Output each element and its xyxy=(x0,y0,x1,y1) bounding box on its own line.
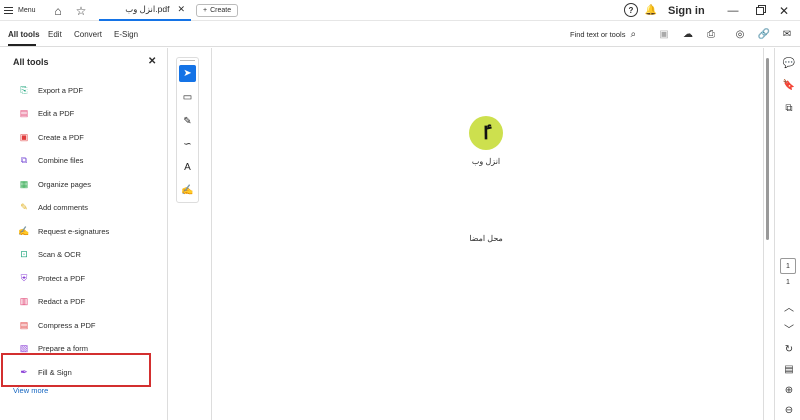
maximize-icon[interactable] xyxy=(752,0,768,21)
scan-ocr-icon: ⊡ xyxy=(20,248,28,259)
star-icon[interactable]: ☆ xyxy=(74,0,88,21)
tool-compress-pdf[interactable]: ▤ Compress a PDF xyxy=(19,318,96,332)
prepare-form-icon: ▧ xyxy=(19,342,29,353)
tab-convert[interactable]: Convert xyxy=(74,21,102,47)
current-page-input[interactable]: 1 xyxy=(780,258,796,274)
create-pdf-icon: ▣ xyxy=(19,131,29,142)
sign-in-button[interactable]: Sign in xyxy=(668,0,705,21)
menu-label: Menu xyxy=(18,7,36,14)
signature-placeholder-text: محل امضا xyxy=(469,234,503,243)
home-icon[interactable]: ⌂ xyxy=(51,0,65,21)
highlight-pen-icon[interactable]: ✎ xyxy=(179,113,196,130)
organize-pages-icon: ▦ xyxy=(19,178,29,189)
tab-edit[interactable]: Edit xyxy=(48,21,62,47)
redact-pdf-icon: ▥ xyxy=(19,295,29,306)
tool-label: Export a PDF xyxy=(38,85,84,95)
tool-label: Compress a PDF xyxy=(38,320,96,330)
select-cursor-icon[interactable]: ➤ xyxy=(179,65,196,82)
fill-sign-highlight xyxy=(1,353,151,387)
create-label: Create xyxy=(210,7,232,14)
tool-protect-pdf[interactable]: ⛨ Protect a PDF xyxy=(19,271,86,285)
tool-label: Redact a PDF xyxy=(38,296,86,306)
scrollbar-thumb[interactable] xyxy=(766,58,769,240)
rotate-icon[interactable]: ↻ xyxy=(782,342,796,356)
palette-handle[interactable] xyxy=(180,60,195,61)
tool-organize-pages[interactable]: ▦ Organize pages xyxy=(19,177,91,191)
page-up-icon[interactable]: ︿ xyxy=(782,299,796,314)
page-down-icon[interactable]: ﹀ xyxy=(782,321,796,336)
bookmarks-icon[interactable]: 🔖 xyxy=(782,78,796,92)
compress-pdf-icon: ▤ xyxy=(19,319,29,330)
tool-label: Prepare a form xyxy=(38,343,89,353)
create-button[interactable]: + Create xyxy=(196,4,239,17)
add-comments-icon: ✎ xyxy=(20,201,28,212)
add-comment-icon[interactable]: ▭ xyxy=(179,89,196,106)
share-user-icon[interactable]: ◎ xyxy=(733,27,747,41)
combine-files-icon: ⧉ xyxy=(20,154,28,165)
search-icon: ⌕ xyxy=(630,28,637,40)
annotation-toolbar: ➤ ▭ ✎ ∽ A ✍ xyxy=(176,57,199,203)
tool-label: Add comments xyxy=(38,202,89,212)
mail-icon[interactable]: ✉ xyxy=(780,27,794,41)
view-more-link[interactable]: View more xyxy=(13,386,48,395)
tool-label: Organize pages xyxy=(38,179,91,189)
fit-page-icon[interactable]: ▤ xyxy=(782,362,796,376)
save-icon[interactable]: ▣ xyxy=(657,27,671,41)
menu-button[interactable]: Menu xyxy=(4,0,36,21)
bell-icon[interactable]: 🔔 xyxy=(645,0,657,21)
export-pdf-icon: ⎘ xyxy=(20,84,28,95)
find-text-button[interactable]: Find text or tools ⌕ xyxy=(570,21,636,47)
print-icon[interactable]: ⎙ xyxy=(704,27,718,41)
upload-cloud-icon[interactable]: ☁ xyxy=(681,27,695,41)
tool-scan-ocr[interactable]: ⊡ Scan & OCR xyxy=(19,247,81,261)
plus-icon: + xyxy=(203,7,208,14)
sign-pen-icon[interactable]: ✍ xyxy=(179,182,196,199)
tool-request-esignatures[interactable]: ✍ Request e-signatures xyxy=(18,224,110,238)
tool-create-pdf[interactable]: ▣ Create a PDF xyxy=(19,130,84,144)
hamburger-icon xyxy=(4,7,13,14)
tool-label: Protect a PDF xyxy=(38,273,86,283)
pages-thumbnails-icon[interactable]: ⧉ xyxy=(782,101,796,115)
help-icon[interactable]: ? xyxy=(624,3,638,17)
tool-label: Edit a PDF xyxy=(38,108,75,118)
all-tools-panel: All tools ✕ ⎘ Export a PDF ▤ Edit a PDF … xyxy=(0,48,168,420)
tool-label: Combine files xyxy=(38,155,84,165)
find-text-label: Find text or tools xyxy=(570,29,626,39)
tool-add-comments[interactable]: ✎ Add comments xyxy=(19,200,88,214)
title-bar: Menu ⌂ ☆ انزل وب.pdf ✕ + Create ? 🔔 Sign… xyxy=(0,0,800,21)
tool-label: Create a PDF xyxy=(38,132,84,142)
window-close-icon[interactable]: ✕ xyxy=(776,0,792,21)
tool-combine-files[interactable]: ⧉ Combine files xyxy=(19,153,84,167)
edit-pdf-icon: ▤ xyxy=(19,107,29,118)
document-logo: ٵ xyxy=(469,116,503,150)
active-tab-underline xyxy=(8,44,36,46)
close-tab-icon[interactable]: ✕ xyxy=(177,4,185,15)
document-view[interactable]: ٵ انزل وب محل امضا xyxy=(211,48,764,420)
right-rail: 💬 🔖 ⧉ 1 1 ︿ ﹀ ↻ ▤ ⊕ ⊖ xyxy=(774,48,800,420)
tool-label: Scan & OCR xyxy=(38,249,81,259)
draw-freehand-icon[interactable]: ∽ xyxy=(179,136,196,153)
minimize-icon[interactable]: — xyxy=(725,0,741,21)
panel-title: All tools xyxy=(13,57,49,67)
tool-edit-pdf[interactable]: ▤ Edit a PDF xyxy=(19,106,75,120)
text-box-icon[interactable]: A xyxy=(179,159,196,176)
zoom-in-icon[interactable]: ⊕ xyxy=(782,383,796,397)
tools-bar: All tools Edit Convert E-Sign Find text … xyxy=(0,21,800,47)
request-esign-icon: ✍ xyxy=(18,225,30,236)
zoom-out-icon[interactable]: ⊖ xyxy=(782,403,796,417)
comments-panel-icon[interactable]: 💬 xyxy=(782,56,796,70)
tool-export-pdf[interactable]: ⎘ Export a PDF xyxy=(19,83,83,97)
logo-caption: انزل وب xyxy=(471,157,501,166)
tool-redact-pdf[interactable]: ▥ Redact a PDF xyxy=(19,294,85,308)
protect-pdf-icon: ⛨ xyxy=(20,272,28,283)
tool-label: Request e-signatures xyxy=(38,226,110,236)
link-icon[interactable]: 🔗 xyxy=(757,27,771,41)
panel-close-icon[interactable]: ✕ xyxy=(148,56,156,67)
document-tab-title: انزل وب.pdf xyxy=(125,4,170,14)
tab-esign[interactable]: E-Sign xyxy=(114,21,138,47)
total-pages: 1 xyxy=(786,279,790,286)
document-tab[interactable]: انزل وب.pdf ✕ xyxy=(99,0,191,21)
